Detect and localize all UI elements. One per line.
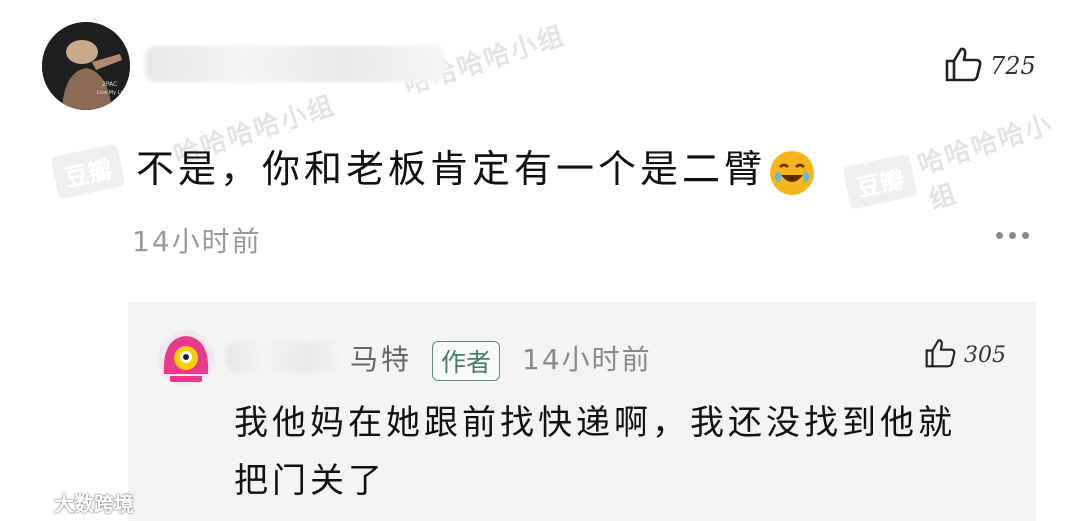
svg-text:2PAC: 2PAC — [102, 81, 117, 88]
svg-text:Live My Life: Live My Life — [97, 90, 127, 96]
brand-watermark: 大数跨境 — [10, 488, 134, 517]
commenter-avatar[interactable]: 2PAC Live My Life — [42, 22, 130, 110]
comment-timestamp: 14小时前 — [132, 225, 262, 258]
comment-like-count: 725 — [990, 52, 1036, 80]
brand-logo-icon — [10, 489, 51, 516]
laughing-emoji-icon — [770, 150, 815, 195]
reply-like-count: 305 — [964, 342, 1006, 368]
reply-timestamp: 14小时前 — [522, 343, 652, 376]
group-watermark: 哈哈哈哈小组 — [914, 108, 1057, 216]
more-dots-icon[interactable] — [996, 232, 1029, 239]
reply-author-name[interactable]: 马特 — [350, 338, 412, 378]
douban-watermark-badge: 豆瓣 — [50, 143, 126, 200]
reply-author-avatar[interactable] — [158, 330, 214, 386]
reply-text-line: 我他妈在她跟前找快递啊，我还没找到他就 — [234, 403, 956, 443]
blurred-reply-username — [226, 342, 346, 372]
reply-text: 我他妈在她跟前找快递啊，我还没找到他就 把门关了 — [234, 394, 1024, 510]
brand-name: 大数跨境 — [54, 492, 134, 516]
douban-watermark-badge: 豆瓣 — [842, 153, 918, 210]
reply-like-button[interactable]: 305 — [924, 338, 1006, 372]
thumbs-up-icon — [924, 338, 956, 372]
thumbs-up-icon — [944, 46, 982, 86]
author-badge: 作者 — [432, 341, 501, 381]
blurred-username — [145, 46, 445, 82]
comment-like-button[interactable]: 725 — [944, 46, 1036, 86]
reply-text-line: 把门关了 — [234, 461, 386, 501]
comment-text: 不是，你和老板肯定有一个是二臂 — [136, 138, 815, 195]
